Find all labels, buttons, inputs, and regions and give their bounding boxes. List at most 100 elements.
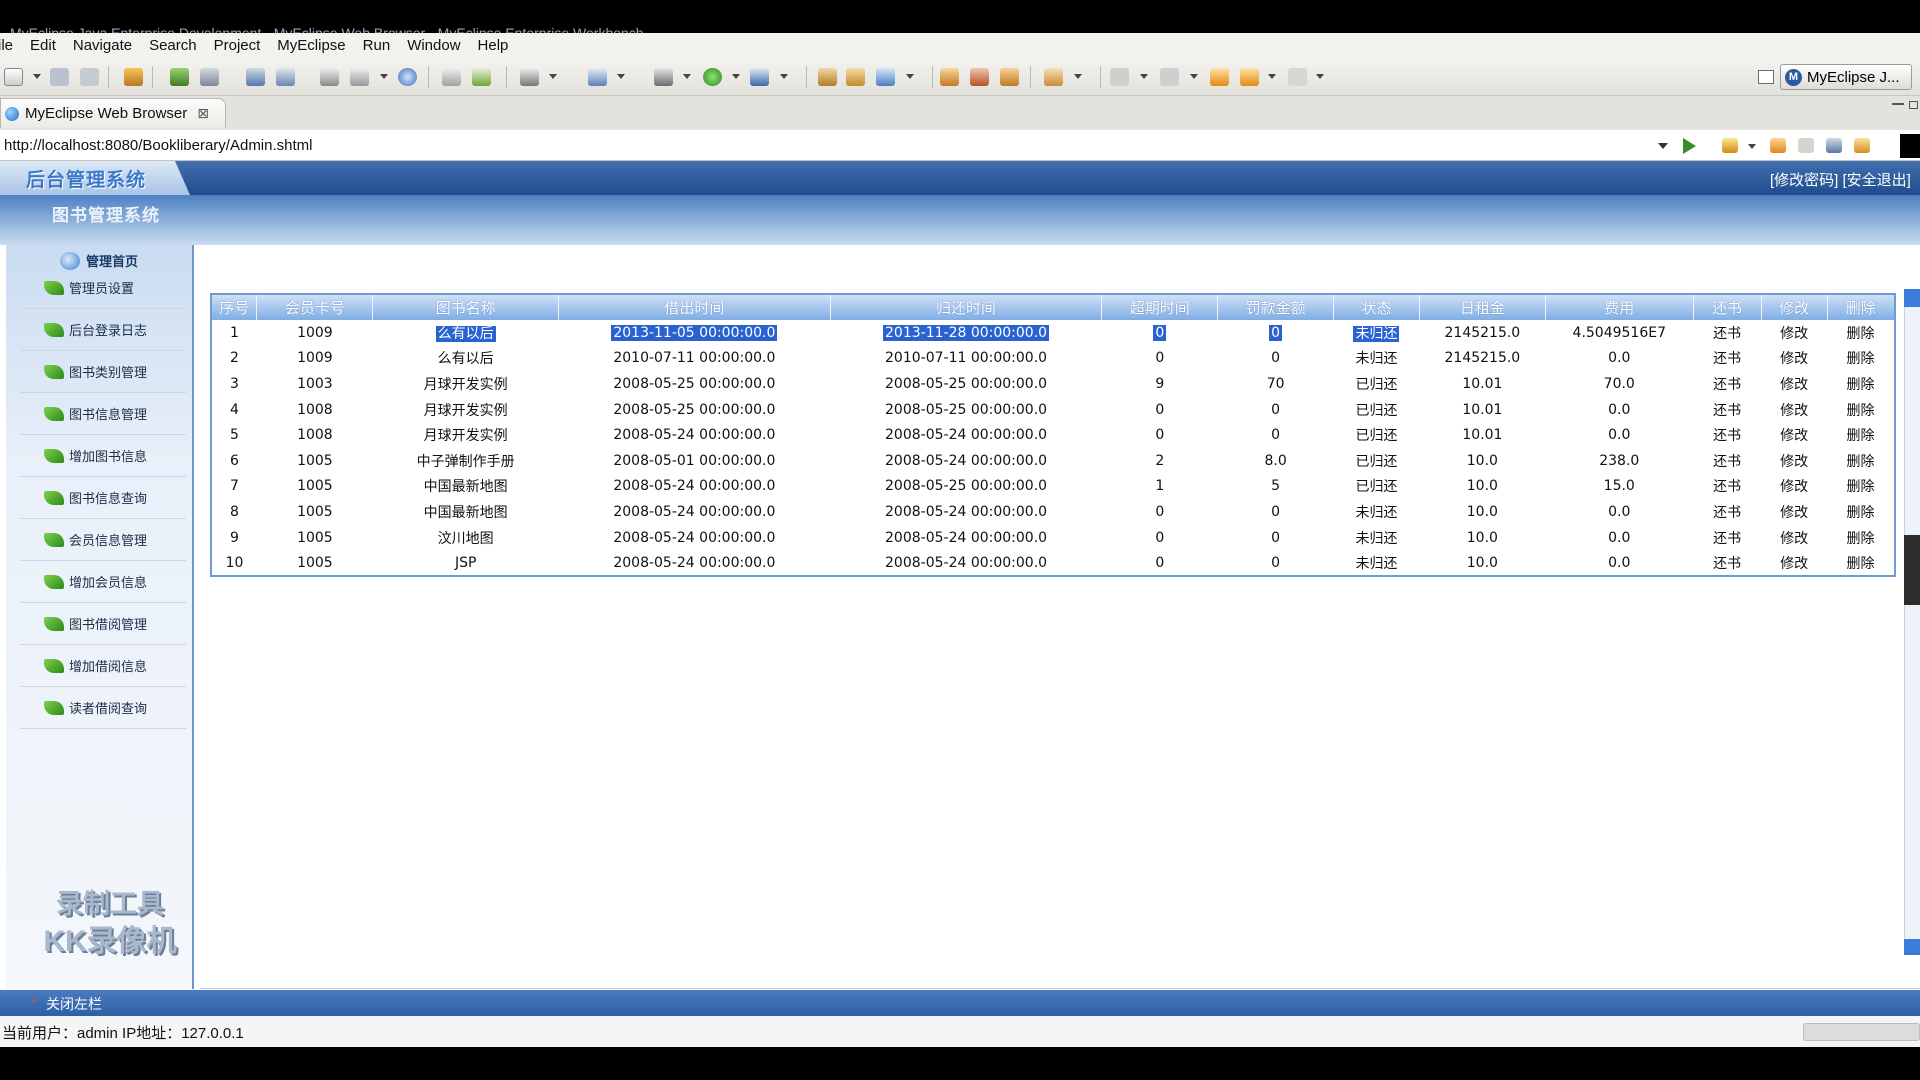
cell-delete-action[interactable]: 删除: [1827, 346, 1895, 372]
sidebar-item-login-log[interactable]: 后台登录日志: [20, 309, 186, 351]
dropdown-icon[interactable]: [1268, 74, 1276, 79]
sidebar-item-admin-settings[interactable]: 管理员设置: [20, 267, 186, 309]
return-action-link[interactable]: 还书: [1713, 377, 1741, 393]
print-icon[interactable]: [80, 68, 99, 86]
cell-return-action[interactable]: 还书: [1693, 422, 1761, 448]
sidebar-item-book-info[interactable]: 图书信息管理: [20, 393, 186, 435]
delete-action-link[interactable]: 删除: [1847, 531, 1875, 547]
cell-return-action[interactable]: 还书: [1693, 474, 1761, 500]
delete-action-link[interactable]: 删除: [1847, 428, 1875, 444]
image-icon[interactable]: [588, 68, 607, 86]
cell-return-action[interactable]: 还书: [1693, 448, 1761, 474]
sidebar-item-add-book[interactable]: 增加图书信息: [20, 435, 186, 477]
delete-action-link[interactable]: 删除: [1847, 403, 1875, 419]
dropdown-icon[interactable]: [732, 74, 740, 79]
menu-window[interactable]: Window: [400, 33, 470, 58]
open-type-icon[interactable]: [818, 68, 837, 86]
return-action-link[interactable]: 还书: [1713, 556, 1741, 572]
cell-delete-action[interactable]: 删除: [1827, 499, 1895, 525]
add-icon[interactable]: [472, 68, 491, 86]
delete-action-link[interactable]: 删除: [1847, 454, 1875, 470]
interface-icon[interactable]: [350, 68, 369, 86]
cell-delete-action[interactable]: 删除: [1827, 525, 1895, 551]
menu-run[interactable]: Run: [356, 33, 401, 58]
cell-edit-action[interactable]: 修改: [1761, 448, 1827, 474]
close-sidebar-link[interactable]: 关闭左栏: [46, 994, 102, 1014]
refresh-icon[interactable]: [876, 68, 895, 86]
deploy-icon[interactable]: [170, 68, 189, 86]
menu-myeclipse[interactable]: MyEclipse: [270, 33, 355, 58]
cell-return-action[interactable]: 还书: [1693, 397, 1761, 423]
sidebar-item-book-query[interactable]: 图书信息查询: [20, 477, 186, 519]
perspective-switcher[interactable]: M MyEclipse J...: [1780, 64, 1912, 90]
cell-delete-action[interactable]: 删除: [1827, 474, 1895, 500]
return-action-link[interactable]: 还书: [1713, 505, 1741, 521]
close-icon[interactable]: ⊠: [197, 105, 209, 122]
cell-edit-action[interactable]: 修改: [1761, 474, 1827, 500]
return-action-link[interactable]: 还书: [1713, 351, 1741, 367]
menu-file[interactable]: ile: [0, 33, 23, 58]
cell-edit-action[interactable]: 修改: [1761, 371, 1827, 397]
delete-action-link[interactable]: 删除: [1847, 326, 1875, 342]
edit-action-link[interactable]: 修改: [1780, 326, 1808, 342]
delete-action-link[interactable]: 删除: [1847, 556, 1875, 572]
vertical-scrollbar[interactable]: [1904, 289, 1920, 955]
forward-icon[interactable]: [1288, 68, 1307, 86]
return-action-link[interactable]: 还书: [1713, 428, 1741, 444]
maximize-icon[interactable]: [1909, 101, 1918, 109]
delete-action-link[interactable]: 删除: [1847, 479, 1875, 495]
horizontal-scrollbar[interactable]: [1803, 1023, 1920, 1041]
edit-action-link[interactable]: 修改: [1780, 351, 1808, 367]
dropdown-icon[interactable]: [549, 74, 557, 79]
url-field[interactable]: http://localhost:8080/Bookliberary/Admin…: [4, 130, 313, 161]
tab-web-browser[interactable]: MyEclipse Web Browser ⊠: [0, 98, 226, 128]
cell-edit-action[interactable]: 修改: [1761, 346, 1827, 372]
screen-icon[interactable]: [520, 68, 539, 86]
cell-delete-action[interactable]: 删除: [1827, 320, 1895, 346]
return-action-link[interactable]: 还书: [1713, 479, 1741, 495]
menu-navigate[interactable]: Navigate: [66, 33, 142, 58]
jsp-icon[interactable]: [246, 68, 265, 86]
edit-action-link[interactable]: 修改: [1780, 556, 1808, 572]
hierarchy-icon[interactable]: [846, 68, 865, 86]
next-annotation-icon[interactable]: [1110, 68, 1129, 86]
cell-return-action[interactable]: 还书: [1693, 525, 1761, 551]
edit-action-link[interactable]: 修改: [1780, 505, 1808, 521]
dropdown-icon[interactable]: [617, 74, 625, 79]
return-action-link[interactable]: 还书: [1713, 531, 1741, 547]
edit-action-link[interactable]: 修改: [1780, 428, 1808, 444]
pin-icon[interactable]: [970, 68, 989, 86]
run-icon[interactable]: [703, 68, 722, 86]
sidebar-item-category[interactable]: 图书类别管理: [20, 351, 186, 393]
scroll-down-button[interactable]: [1904, 939, 1920, 955]
return-action-link[interactable]: 还书: [1713, 326, 1741, 342]
cell-return-action[interactable]: 还书: [1693, 499, 1761, 525]
back-icon[interactable]: [1240, 68, 1259, 86]
forward-icon[interactable]: [1798, 138, 1814, 153]
prev-annotation-icon[interactable]: [1160, 68, 1179, 86]
open-perspective-icon[interactable]: [1758, 70, 1774, 84]
sidebar-item-add-borrow[interactable]: 增加借阅信息: [20, 645, 186, 687]
favorites-dropdown-icon[interactable]: [1748, 144, 1756, 149]
edit-action-link[interactable]: 修改: [1780, 403, 1808, 419]
cell-delete-action[interactable]: 删除: [1827, 550, 1895, 576]
dropdown-icon[interactable]: [1316, 74, 1324, 79]
delete-action-link[interactable]: 删除: [1847, 351, 1875, 367]
annotation-icon[interactable]: [1044, 68, 1063, 86]
top-links[interactable]: [修改密码] [安全退出]: [1770, 169, 1920, 190]
folder-icon[interactable]: [442, 68, 461, 86]
new-icon[interactable]: [4, 68, 23, 86]
menu-search[interactable]: Search: [142, 33, 207, 58]
sidebar-item-borrow-manage[interactable]: 图书借阅管理: [20, 603, 186, 645]
edit-action-link[interactable]: 修改: [1780, 531, 1808, 547]
dropdown-icon[interactable]: [1190, 74, 1198, 79]
dropdown-icon[interactable]: [1140, 74, 1148, 79]
open-folder-icon[interactable]: [940, 68, 959, 86]
menu-project[interactable]: Project: [207, 33, 271, 58]
search-tool-icon[interactable]: [1000, 68, 1019, 86]
class-icon[interactable]: [320, 68, 339, 86]
sidebar-item-add-member[interactable]: 增加会员信息: [20, 561, 186, 603]
cell-delete-action[interactable]: 删除: [1827, 422, 1895, 448]
browser-icon[interactable]: [398, 68, 417, 86]
edit-action-link[interactable]: 修改: [1780, 479, 1808, 495]
